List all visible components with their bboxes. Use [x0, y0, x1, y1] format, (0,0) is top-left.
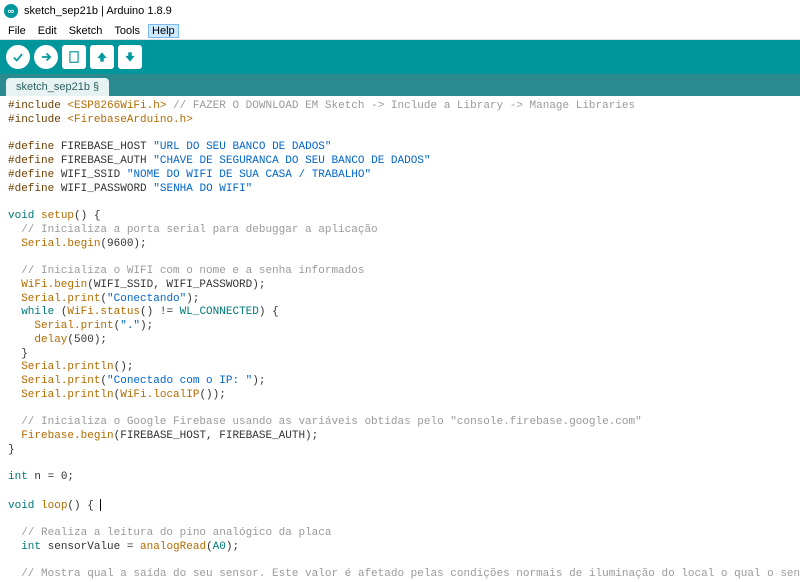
- verify-button[interactable]: [6, 45, 30, 69]
- menu-sketch[interactable]: Sketch: [65, 24, 107, 38]
- menu-edit[interactable]: Edit: [34, 24, 61, 38]
- toolbar: [0, 40, 800, 74]
- open-button[interactable]: [90, 45, 114, 69]
- menu-help[interactable]: Help: [148, 24, 179, 38]
- window-title: sketch_sep21b | Arduino 1.8.9: [24, 5, 172, 17]
- upload-button[interactable]: [34, 45, 58, 69]
- arduino-logo-icon: ∞: [4, 4, 18, 18]
- code-content[interactable]: #include <ESP8266WiFi.h> // FAZER O DOWN…: [8, 100, 792, 582]
- text-cursor: [100, 499, 101, 511]
- new-button[interactable]: [62, 45, 86, 69]
- menu-file[interactable]: File: [4, 24, 30, 38]
- tab-bar: sketch_sep21b §: [0, 74, 800, 96]
- window-titlebar: ∞ sketch_sep21b | Arduino 1.8.9: [0, 0, 800, 22]
- save-button[interactable]: [118, 45, 142, 69]
- menu-bar: File Edit Sketch Tools Help: [0, 22, 800, 40]
- menu-tools[interactable]: Tools: [110, 24, 144, 38]
- code-editor[interactable]: #include <ESP8266WiFi.h> // FAZER O DOWN…: [0, 96, 800, 582]
- tab-sketch[interactable]: sketch_sep21b §: [6, 78, 109, 96]
